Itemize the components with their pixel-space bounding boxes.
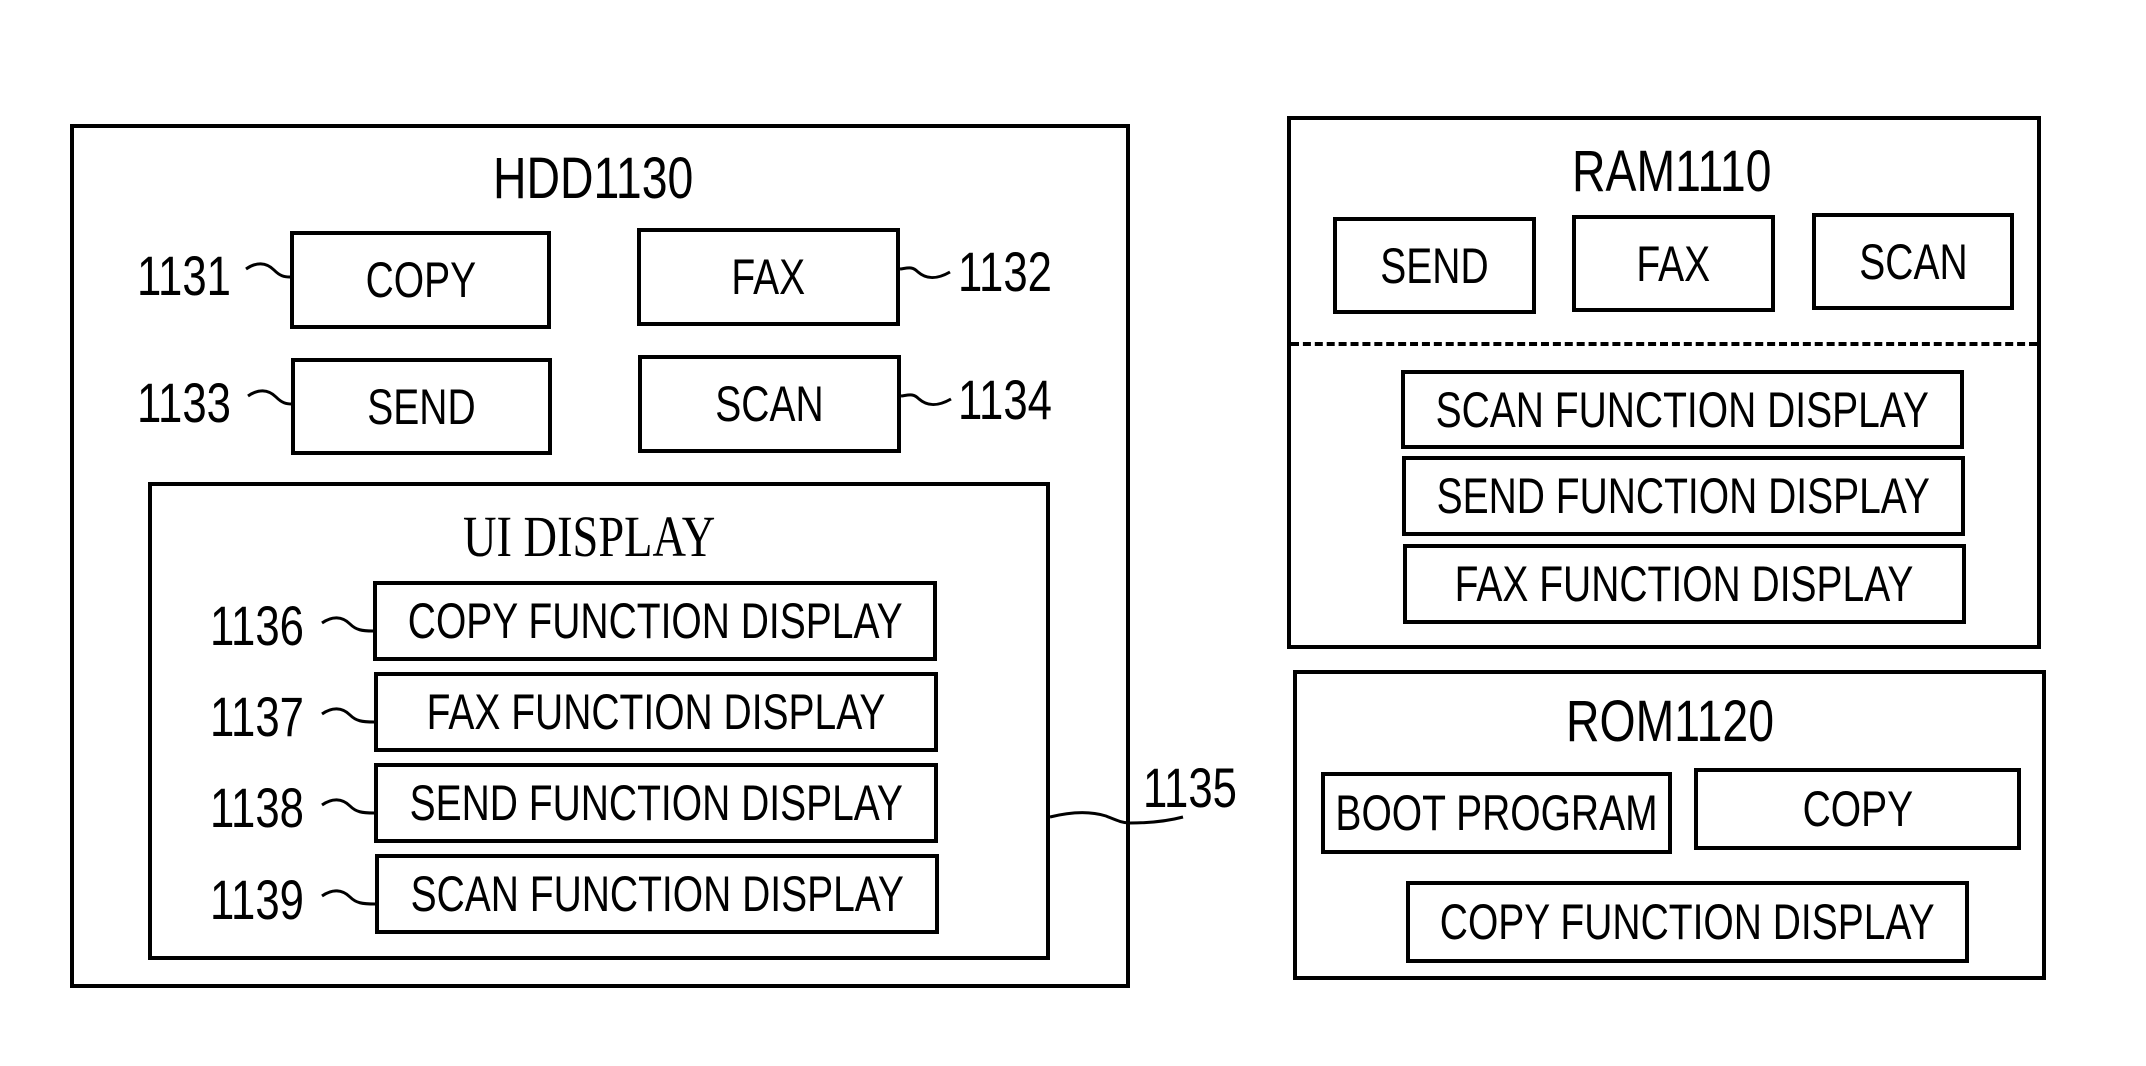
leader-1134 [900,393,952,407]
ram-title: RAM1110 [1572,139,1772,204]
ram-divider-dashed [1291,342,2037,346]
ram-scan-program-box: SCAN [1812,213,2014,310]
rom-copy-program-box: COPY [1694,768,2021,850]
ram-fax-function-display-box: FAX FUNCTION DISPLAY [1403,544,1966,624]
ram-fax-function-display-label: FAX FUNCTION DISPLAY [1455,556,1914,612]
leader-1139 [321,889,376,906]
ram-fax-program-label: FAX [1636,235,1711,292]
leader-1133 [247,389,293,406]
ram-fax-program-box: FAX [1572,215,1775,312]
leader-1135 [1049,811,1184,825]
ram-scan-program-label: SCAN [1858,233,1968,290]
ram-scan-function-display-label: SCAN FUNCTION DISPLAY [1435,381,1930,438]
ram-send-function-display-box: SEND FUNCTION DISPLAY [1402,456,1965,536]
rom-copy-function-display-box: COPY FUNCTION DISPLAY [1406,881,1969,963]
rom-copy-function-display-label: COPY FUNCTION DISPLAY [1440,894,1935,950]
rom-boot-program-label: BOOT PROGRAM [1335,785,1658,841]
ram-send-program-box: SEND [1333,217,1536,314]
leader-1131 [245,262,291,279]
leader-1138 [321,798,375,815]
ram-send-function-display-label: SEND FUNCTION DISPLAY [1436,468,1931,524]
leader-1136 [321,616,374,633]
rom-title: ROM1120 [1566,689,1775,754]
leader-1137 [321,707,375,724]
ram-scan-function-display-box: SCAN FUNCTION DISPLAY [1401,370,1964,449]
rom-copy-program-label: COPY [1802,781,1913,837]
ram-send-program-label: SEND [1380,237,1489,294]
rom-boot-program-box: BOOT PROGRAM [1321,772,1672,854]
memory-diagram: HDD1130 COPY FAX SEND SCAN 1131 1132 113… [0,0,2146,1066]
leader-1132 [899,266,951,280]
